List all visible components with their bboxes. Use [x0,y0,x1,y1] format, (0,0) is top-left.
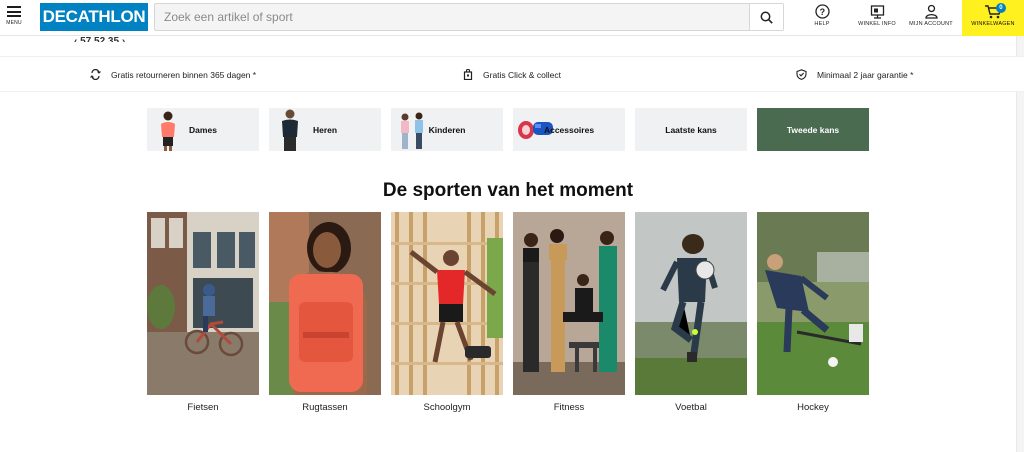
sport-label: Fietsen [187,402,219,413]
category-label: Kinderen [428,124,466,135]
category-accessoires[interactable]: Accessoires [513,108,625,151]
sport-tile-rugtassen[interactable] [269,212,381,395]
cart-label: WINKELWAGEN [971,21,1015,27]
sport-tile-hockey[interactable] [757,212,869,395]
return-arrows-icon [90,69,101,80]
category-label: Laatste kans [665,124,717,135]
sport-label: Voetbal [675,402,707,413]
help-label: HELP [814,21,830,27]
menu-label: MENU [6,20,22,26]
sport-tile-fitness[interactable] [513,212,625,395]
category-label: Accessoires [543,124,595,135]
usp-returns: Gratis retourneren binnen 365 dagen * [90,69,256,80]
partial-content-row: ‹ 57 52 35 › [74,36,126,42]
sport-tile-voetbal[interactable] [635,212,747,395]
category-label: Tweede kans [786,124,840,135]
usp-warranty-text: Minimaal 2 jaar garantie * [817,69,914,80]
help-button[interactable]: ? HELP [806,4,838,32]
user-icon [924,4,938,19]
category-tweede-kans[interactable]: Tweede kans [757,108,869,151]
sport-label: Hockey [797,402,829,413]
sport-tile-fietsen[interactable] [147,212,259,395]
sport-label: Rugtassen [302,402,348,413]
sport-label: Schoolgym [423,402,471,413]
usp-click-collect-text: Gratis Click & collect [483,69,561,80]
section-title: De sporten van het moment [382,180,634,201]
usp-click-collect: Gratis Click & collect [463,69,561,80]
hamburger-icon [7,6,21,17]
store-label: WINKEL INFO [858,21,896,27]
search-bar [154,3,784,31]
category-label: Dames [189,124,217,135]
decathlon-logo[interactable]: DECATHLON [40,3,148,31]
account-label: MIJN ACCOUNT [909,21,953,27]
fitness-image [513,212,625,395]
category-heren[interactable]: Heren [269,108,381,151]
schoolgym-image [391,212,503,395]
category-laatste-kans[interactable]: Laatste kans [635,108,747,151]
sport-tile-schoolgym[interactable] [391,212,503,395]
hockey-image [757,212,869,395]
search-icon [760,11,773,24]
shield-check-icon [796,69,807,80]
svg-text:?: ? [819,7,825,17]
sport-label: Fitness [553,402,585,413]
menu-button[interactable]: MENU [4,4,24,32]
help-icon: ? [814,4,830,19]
account-button[interactable]: MIJN ACCOUNT [906,4,956,32]
usp-warranty: Minimaal 2 jaar garantie * [796,69,913,80]
cart-count-badge: 0 [996,3,1006,13]
cycling-image [147,212,259,395]
usp-bar: Gratis retourneren binnen 365 dagen * Gr… [0,56,1024,92]
scrollbar[interactable] [1016,36,1024,452]
usp-returns-text: Gratis retourneren binnen 365 dagen * [111,69,257,80]
shopping-bag-icon [463,69,473,80]
cart-button[interactable]: 0 WINKELWAGEN [962,0,1024,36]
category-kinderen[interactable]: Kinderen [391,108,503,151]
football-image [635,212,747,395]
site-header: MENU DECATHLON ? HELP WINKEL INFO MIJN A… [0,0,1024,36]
store-icon [870,5,884,19]
store-info-button[interactable]: WINKEL INFO [856,4,898,32]
search-button[interactable] [749,4,783,30]
category-label: Heren [312,124,338,135]
category-dames[interactable]: Dames [147,108,259,151]
backpack-image [269,212,381,395]
search-input[interactable] [155,4,749,30]
